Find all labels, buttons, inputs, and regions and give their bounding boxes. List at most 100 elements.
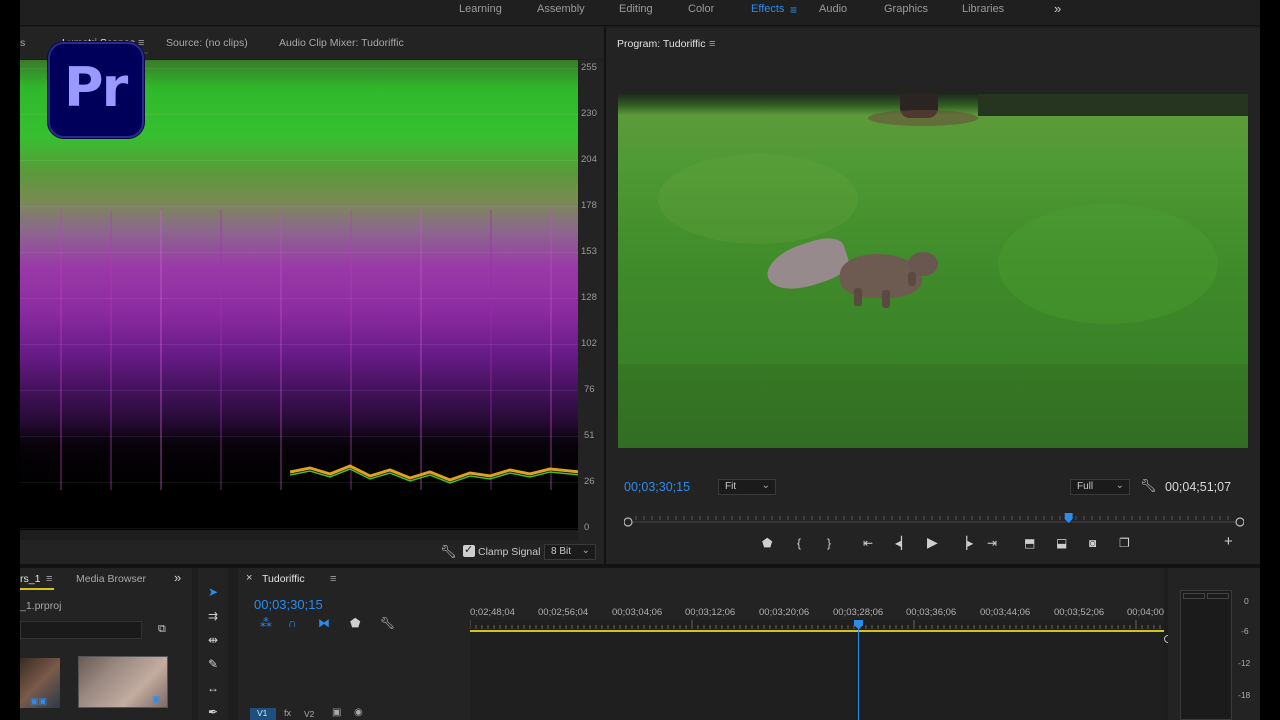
workspace-tab-audio[interactable]: Audio [819,3,847,15]
meter-peak-right [1207,593,1229,599]
button-editor-icon[interactable]: + [1224,533,1233,550]
chevron-down-icon: ⌄ [581,545,590,556]
scope-gridline [20,390,580,391]
premiere-window: Learning Assembly Editing Color Effects … [20,0,1260,720]
snap-magnet-icon[interactable]: ∩ [288,616,297,630]
program-current-timecode[interactable]: 00;03;30;15 [624,480,690,494]
workspace-tab-graphics[interactable]: Graphics [884,3,928,15]
scope-gridline [20,344,580,345]
chevron-down-icon: ⌄ [1115,480,1124,491]
ripple-edit-tool-icon[interactable]: ⇹ [202,630,224,650]
grass-highlight [658,154,858,244]
project-search-input[interactable] [20,621,142,639]
pen-tool-icon[interactable]: ✒ [202,702,224,720]
ruler-label: 00;03;28;06 [833,607,884,618]
eye-icon[interactable]: ◉ [354,707,363,718]
program-scrubber[interactable] [624,513,1244,531]
workspace-menu-icon[interactable]: ≡ [790,3,797,17]
workspace-tab-color[interactable]: Color [688,3,714,15]
add-marker-icon[interactable]: ⬟ [762,536,772,550]
double-chevron-right-icon[interactable]: » [174,570,181,585]
scale-label: 76 [584,384,595,395]
go-to-out-icon[interactable]: ⇥ [987,536,997,550]
mark-out-icon[interactable]: } [827,536,831,550]
go-to-in-icon[interactable]: ⇤ [863,536,873,550]
linked-selection-icon[interactable]: ⧓ [318,616,330,630]
bit-depth-dropdown[interactable]: 8 Bit ⌄ [544,544,596,560]
double-chevron-right-icon[interactable]: » [1054,1,1061,16]
clip-type-icon: ▣▣ [30,696,48,706]
meter-scale-label: 0 [1244,596,1249,606]
wrench-icon[interactable]: 🔧︎ [380,616,395,630]
meter-scale-label: -6 [1241,626,1249,636]
comparison-view-icon[interactable]: ❐ [1119,536,1130,550]
background-shade [978,94,1248,116]
panel-menu-icon[interactable]: ≡ [46,573,52,585]
workspace-tab-effects[interactable]: Effects [751,3,784,15]
clamp-signal-checkbox[interactable] [463,543,475,558]
ruler-label: 00;03;44;06 [980,607,1031,618]
track-select-tool-icon[interactable]: ⇉ [202,606,224,626]
step-back-icon[interactable]: ◂▏ [895,536,910,550]
track-output-icon[interactable]: ▣ [332,707,341,718]
ruler-label: 00;03;52;06 [1054,607,1105,618]
selection-tool-icon[interactable]: ➤ [202,582,224,602]
workspace-tab-assembly[interactable]: Assembly [537,3,585,15]
new-bin-icon[interactable]: ⧉ [158,623,166,636]
close-icon[interactable]: × [246,572,252,584]
export-frame-icon[interactable]: ◙ [1089,536,1096,550]
ruler-label: 00;03;36;06 [906,607,957,618]
mark-in-icon[interactable]: { [797,536,801,550]
zoom-level-dropdown[interactable]: Fit ⌄ [718,479,776,495]
timeline-playhead[interactable] [858,620,859,720]
tab-media-browser[interactable]: Media Browser [76,573,146,585]
timeline-track-area[interactable] [470,620,1164,720]
tab-audio-clip-mixer[interactable]: Audio Clip Mixer: Tudoriffic [279,37,404,49]
timeline-current-timecode[interactable]: 00;03;30;15 [254,597,323,612]
project-panel: rs_1 ≡ Media Browser » _1.prproj ⧉ ▣▣ ▣ [20,568,192,720]
scale-label: 51 [584,430,595,441]
audio-meters-panel: 0 -6 -12 -18 [1168,568,1260,720]
scope-gridline [20,206,580,207]
scope-gridline [20,436,580,437]
program-video-frame[interactable] [618,94,1248,448]
clamp-signal-label: Clamp Signal [478,546,541,558]
squirrel-leg [908,272,916,286]
panel-menu-icon[interactable]: ≡ [709,38,715,50]
audio-meter [1180,590,1232,720]
step-forward-icon[interactable]: ▕▸ [958,536,973,550]
wrench-icon[interactable]: 🔧︎ [440,544,457,560]
add-marker-icon[interactable]: ⬟ [350,616,360,630]
squirrel-leg [854,288,862,306]
program-duration-timecode: 00;04;51;07 [1165,480,1232,494]
clip-type-icon: ▣ [152,694,161,704]
workspace-tab-editing[interactable]: Editing [619,3,653,15]
workspace-tab-learning[interactable]: Learning [459,3,502,15]
playback-resolution-dropdown[interactable]: Full ⌄ [1070,479,1130,495]
tab-source[interactable]: Source: (no clips) [166,37,248,49]
wrench-icon[interactable]: 🔧︎ [1140,478,1157,494]
razor-tool-icon[interactable]: ✎ [202,654,224,674]
ruler-label: 00;04;00 [1127,607,1164,618]
premiere-pro-logo: Pr [48,42,144,138]
lift-icon[interactable]: ⬒ [1024,536,1035,550]
track-target-v1[interactable]: V1 [250,708,276,720]
program-title[interactable]: Program: Tudoriffic [617,38,706,50]
workspace-tab-libraries[interactable]: Libraries [962,3,1004,15]
sync-lock-icon[interactable]: fx [284,708,291,718]
partial-tab[interactable]: s [20,37,25,49]
sequence-tab[interactable]: Tudoriffic [262,573,305,585]
extract-icon[interactable]: ⬓ [1056,536,1067,550]
active-tab-underline [20,588,54,590]
timeline-panel: × Tudoriffic ≡ 00;03;30;15 ⁂ ∩ ⧓ ⬟ 🔧︎ 0;… [238,568,1172,720]
work-area-bar[interactable] [470,630,1164,632]
tab-project[interactable]: rs_1 [20,573,40,585]
logo-text: Pr [64,56,128,119]
scale-label: 153 [581,246,597,257]
play-icon[interactable]: ▶ [927,534,938,551]
panel-divider [604,27,606,567]
nest-toggle-icon[interactable]: ⁂ [260,616,272,630]
panel-menu-icon[interactable]: ≡ [330,573,336,585]
scope-gridline [20,298,580,299]
slip-tool-icon[interactable]: ↔ [202,678,224,698]
